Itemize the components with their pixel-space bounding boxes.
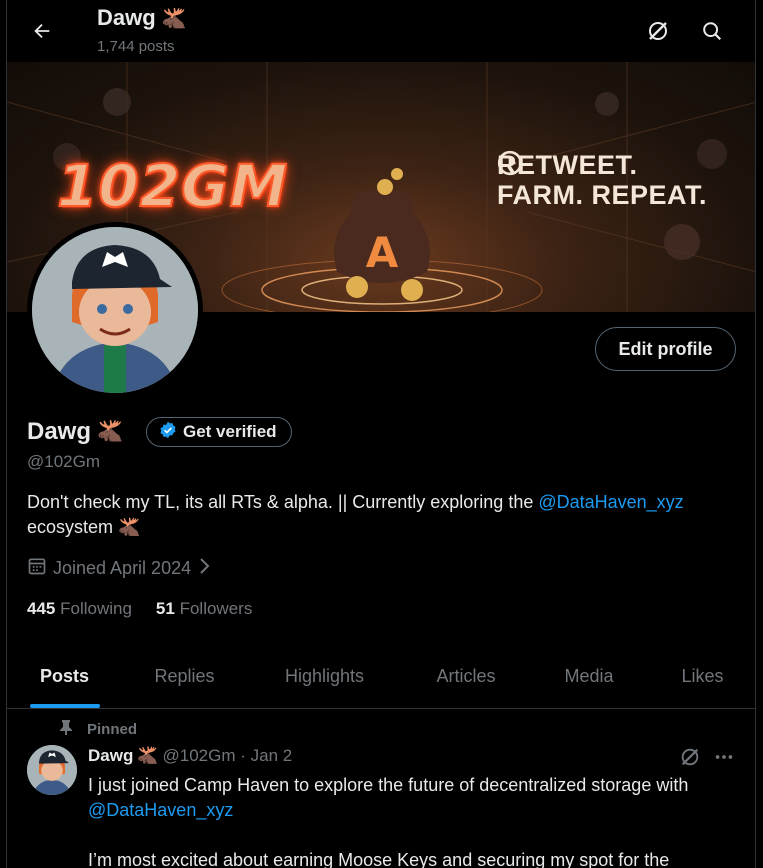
follow-stats: 445 Following 51 Followers — [27, 599, 252, 619]
profile-handle: @102Gm — [27, 452, 101, 471]
back-arrow-icon[interactable] — [25, 14, 59, 48]
post-header: Dawg 🫎 @102Gm · Jan 2 — [88, 746, 292, 766]
post-mention-link[interactable]: @DataHaven_xyz — [88, 798, 748, 823]
tab-likes[interactable]: Likes — [648, 645, 755, 708]
svg-text:A: A — [366, 228, 399, 277]
joined-date[interactable]: Joined April 2024 — [27, 556, 211, 581]
post-avatar[interactable] — [27, 745, 77, 795]
following-link[interactable]: 445 Following — [27, 599, 132, 619]
active-tab-indicator — [29, 704, 100, 708]
banner-logo-text: 102GM — [56, 151, 289, 221]
tab-highlights[interactable]: Highlights — [247, 645, 402, 708]
edit-profile-button[interactable]: Edit profile — [595, 327, 736, 371]
search-icon[interactable] — [695, 14, 729, 48]
get-verified-button[interactable]: Get verified — [146, 417, 292, 447]
tab-posts[interactable]: Posts — [7, 645, 122, 708]
post-actions — [679, 746, 735, 773]
bio-mention-link[interactable]: @DataHaven_xyz — [538, 492, 683, 512]
pinned-label: Pinned — [59, 719, 137, 739]
verified-badge-icon — [159, 421, 177, 444]
tab-media[interactable]: Media — [530, 645, 648, 708]
posts-count: 1,744 posts — [97, 38, 175, 55]
grok-icon[interactable] — [641, 14, 675, 48]
moose-emoji-icon: 🫎 — [118, 517, 141, 537]
post-author-name[interactable]: Dawg — [88, 746, 133, 766]
moose-emoji-icon: 🫎 — [97, 420, 124, 443]
post-text: I just joined Camp Haven to explore the … — [88, 773, 748, 868]
moose-emoji-icon: 🫎 — [137, 746, 159, 765]
banner-slogan: RETWEET. FARM. REPEAT. — [497, 150, 708, 210]
tab-replies[interactable]: Replies — [122, 645, 247, 708]
profile-tabs: Posts Replies Highlights Articles Media … — [7, 645, 755, 709]
profile-page: Dawg 🫎 1,744 posts A 102GM RETWEET. FARM… — [6, 0, 756, 868]
chevron-right-icon — [197, 557, 211, 580]
profile-bio: Don't check my TL, its all RTs & alpha. … — [27, 492, 684, 537]
more-options-icon[interactable] — [713, 746, 735, 773]
profile-avatar[interactable] — [27, 222, 203, 398]
post-handle-date[interactable]: @102Gm · Jan 2 — [163, 746, 293, 766]
grok-icon[interactable] — [679, 746, 701, 773]
moose-emoji-icon: 🫎 — [161, 8, 187, 30]
tab-articles[interactable]: Articles — [402, 645, 530, 708]
profile-name: Dawg 🫎 — [27, 418, 124, 445]
top-bar: Dawg 🫎 1,744 posts — [7, 0, 755, 62]
pin-icon — [59, 719, 73, 739]
followers-link[interactable]: 51 Followers — [156, 599, 252, 619]
calendar-icon — [27, 556, 47, 581]
header-title: Dawg 🫎 — [97, 5, 187, 30]
